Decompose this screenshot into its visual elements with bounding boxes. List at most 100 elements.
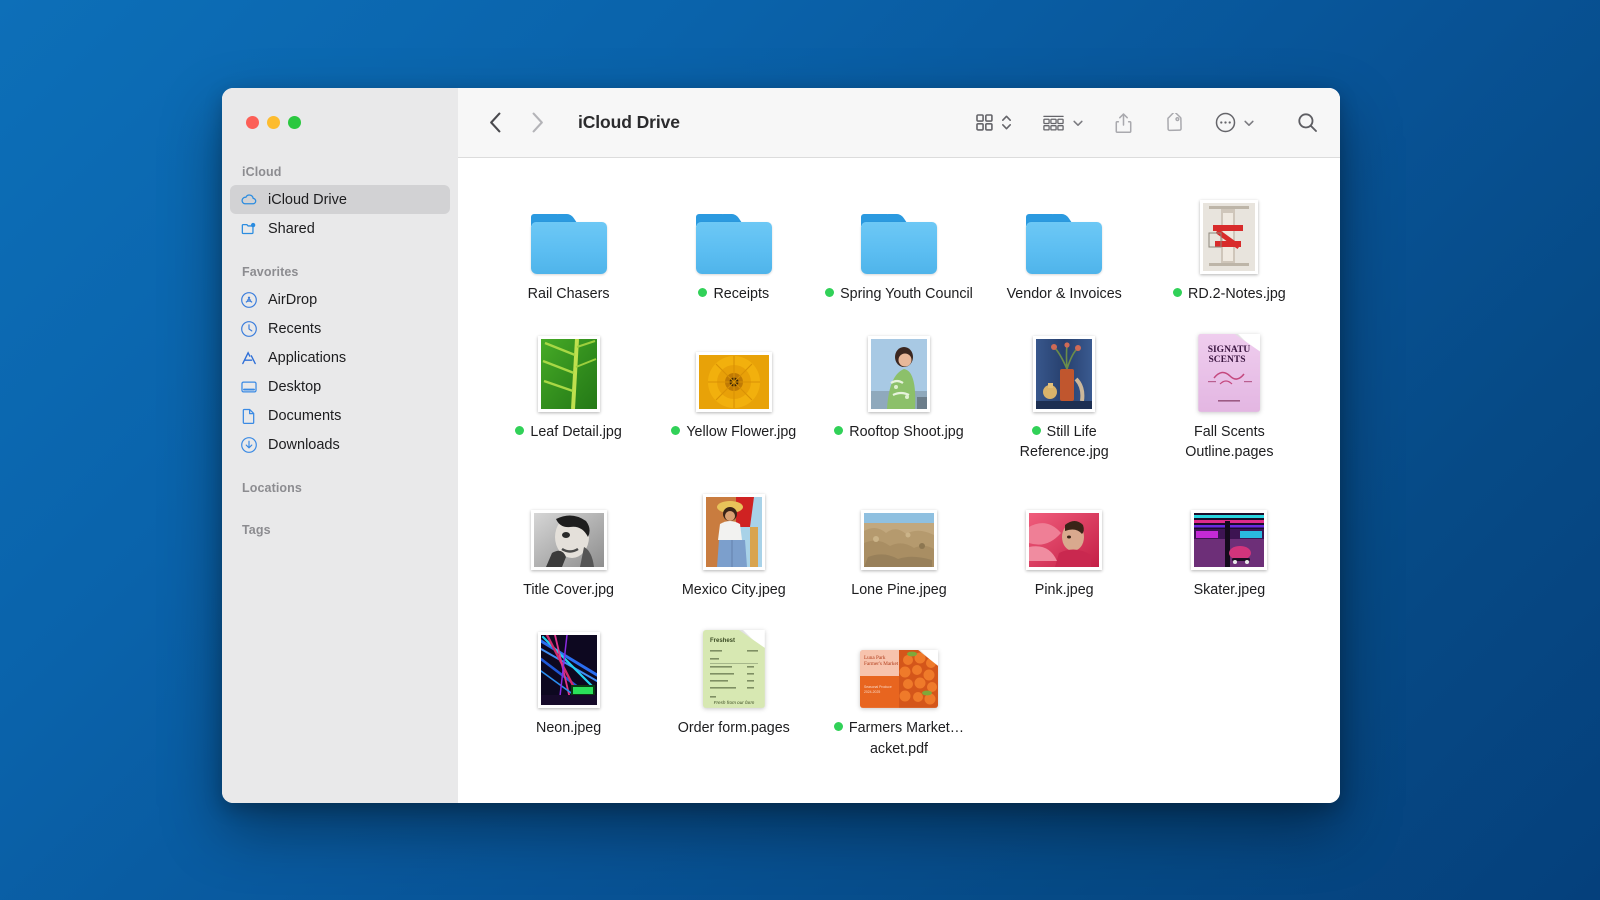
sidebar-item-label: Applications: [268, 350, 346, 366]
sidebar-item-downloads[interactable]: Downloads: [230, 430, 450, 459]
file-item[interactable]: Yellow Flower.jpg: [651, 326, 816, 463]
sidebar-header-tags: Tags: [222, 523, 458, 543]
close-window-button[interactable]: [246, 116, 259, 129]
tag-dot-green: [825, 288, 834, 297]
file-item[interactable]: Receipts: [651, 188, 816, 305]
thumbnail: [1033, 326, 1095, 412]
sidebar-item-shared[interactable]: Shared: [230, 214, 450, 243]
tag-dot-green: [1173, 288, 1182, 297]
image-thumbnail-rooftop-shoot: [868, 336, 930, 412]
sidebar-item-label: Documents: [268, 408, 341, 424]
image-thumbnail-neon: [538, 632, 600, 708]
file-item[interactable]: Title Cover.jpg: [486, 484, 651, 601]
minimize-window-button[interactable]: [267, 116, 280, 129]
file-label: Title Cover.jpg: [523, 580, 614, 601]
grid-view-icon[interactable]: [975, 113, 994, 132]
tag-dot-green: [671, 426, 680, 435]
sidebar-item-documents[interactable]: Documents: [230, 401, 450, 430]
thumbnail: Luna Park Farmer's Market Seasonal Produ…: [860, 622, 938, 708]
file-item[interactable]: Mexico City.jpeg: [651, 484, 816, 601]
applications-icon: [240, 349, 258, 367]
file-item[interactable]: Vendor & Invoices: [982, 188, 1147, 305]
file-label: Vendor & Invoices: [1007, 284, 1122, 305]
image-thumbnail-skater: [1191, 510, 1267, 570]
thumbnail: [861, 188, 937, 274]
thumbnail: [1191, 484, 1267, 570]
thumbnail: [868, 326, 930, 412]
file-item[interactable]: Luna Park Farmer's Market Seasonal Produ…: [816, 622, 981, 759]
search-icon[interactable]: [1297, 112, 1318, 133]
image-thumbnail-yellow-flower: [696, 352, 772, 412]
share-control: [1114, 112, 1133, 134]
sidebar-group-favorites: Favorites AirDrop: [222, 265, 458, 459]
file-label: Receipts: [698, 284, 769, 305]
download-icon: [240, 436, 258, 454]
sidebar-group-icloud: iCloud iCloud Drive Shared: [222, 165, 458, 243]
sidebar-item-label: Desktop: [268, 379, 321, 395]
sidebar-header-icloud: iCloud: [222, 165, 458, 185]
image-thumbnail-lone-pine: [861, 510, 937, 570]
sidebar-item-icloud-drive[interactable]: iCloud Drive: [230, 185, 450, 214]
file-item[interactable]: Pink.jpeg: [982, 484, 1147, 601]
svg-text:SIGNATU: SIGNATU: [1208, 345, 1251, 355]
sidebar-group-locations: Locations: [222, 481, 458, 501]
maximize-window-button[interactable]: [288, 116, 301, 129]
file-item[interactable]: Rail Chasers: [486, 188, 651, 305]
file-item[interactable]: Skater.jpeg: [1147, 484, 1312, 601]
file-label: Yellow Flower.jpg: [671, 422, 796, 443]
file-item[interactable]: Spring Youth Council: [816, 188, 981, 305]
file-label: Leaf Detail.jpg: [515, 422, 621, 443]
file-label: Rooftop Shoot.jpg: [834, 422, 963, 443]
file-item[interactable]: Still Life Reference.jpg: [982, 326, 1147, 463]
sort-chevrons-icon[interactable]: [1001, 113, 1012, 132]
more-actions-icon[interactable]: [1215, 112, 1236, 133]
folder-icon: [1026, 214, 1102, 274]
share-icon[interactable]: [1114, 112, 1133, 134]
airdrop-icon: [240, 291, 258, 309]
file-item[interactable]: Leaf Detail.jpg: [486, 326, 651, 463]
sidebar-item-airdrop[interactable]: AirDrop: [230, 285, 450, 314]
tag-icon[interactable]: [1163, 113, 1185, 133]
file-item[interactable]: Rooftop Shoot.jpg: [816, 326, 981, 463]
file-grid-area: Rail Chasers Receipts Spring Youth Counc…: [458, 158, 1340, 803]
more-actions-chevron-icon[interactable]: [1243, 117, 1255, 129]
pages-document-icon-order-form: Freshest: [703, 630, 765, 708]
svg-text:Freshest: Freshest: [710, 638, 735, 644]
file-item[interactable]: Neon.jpeg: [486, 622, 651, 759]
thumbnail: [1026, 484, 1102, 570]
group-by-chevron-icon[interactable]: [1072, 117, 1084, 129]
sidebar-item-desktop[interactable]: Desktop: [230, 372, 450, 401]
view-switcher: [975, 113, 1012, 132]
shared-folder-icon: [240, 220, 258, 238]
thumbnail: [1026, 188, 1102, 274]
thumbnail: [531, 188, 607, 274]
sidebar-item-recents[interactable]: Recents: [230, 314, 450, 343]
file-item[interactable]: RD.2-Notes.jpg: [1147, 188, 1312, 305]
back-button[interactable]: [484, 112, 506, 134]
sidebar-item-label: Recents: [268, 321, 321, 337]
thumbnail: [538, 622, 600, 708]
file-item[interactable]: Freshest: [651, 622, 816, 759]
thumbnail: [696, 188, 772, 274]
sidebar-item-label: Shared: [268, 221, 315, 237]
folder-icon: [531, 214, 607, 274]
file-label: RD.2-Notes.jpg: [1173, 284, 1286, 305]
sidebar-item-label: iCloud Drive: [268, 192, 347, 208]
file-label: Lone Pine.jpeg: [851, 580, 946, 601]
tag-dot-green: [834, 426, 843, 435]
sidebar-item-label: AirDrop: [268, 292, 317, 308]
sidebar-item-applications[interactable]: Applications: [230, 343, 450, 372]
sidebar: iCloud iCloud Drive Shared: [222, 88, 458, 803]
file-item[interactable]: Lone Pine.jpeg: [816, 484, 981, 601]
image-thumbnail-still-life-reference: [1033, 336, 1095, 412]
image-thumbnail-rd2-notes: [1200, 200, 1258, 274]
file-item[interactable]: SIGNATU SCENTS: [1147, 326, 1312, 463]
file-label: Spring Youth Council: [825, 284, 973, 305]
sidebar-header-locations: Locations: [222, 481, 458, 501]
group-by-icon[interactable]: [1042, 113, 1065, 133]
main-area: iCloud Drive: [458, 88, 1340, 803]
folder-icon: [861, 214, 937, 274]
forward-button[interactable]: [526, 112, 548, 134]
tag-dot-green: [834, 722, 843, 731]
svg-text:Seasonal Produce: Seasonal Produce: [864, 685, 892, 689]
